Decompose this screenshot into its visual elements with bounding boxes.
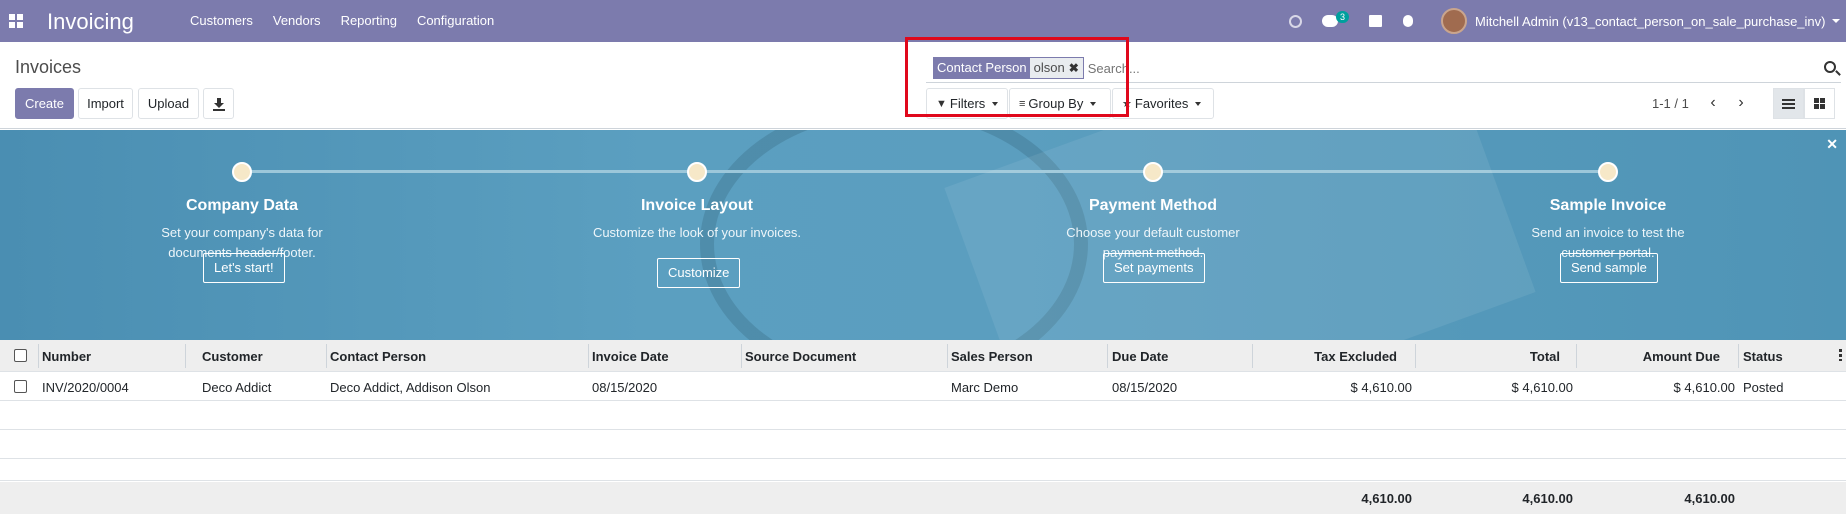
- onboarding-banner: ✕ Company Data Set your company's data f…: [0, 130, 1846, 340]
- apps-menu-icon[interactable]: [9, 14, 23, 28]
- list-icon: [1782, 98, 1795, 109]
- pager-next-icon[interactable]: ›: [1734, 95, 1748, 111]
- download-button[interactable]: [203, 88, 234, 119]
- optional-columns-icon[interactable]: [1839, 349, 1842, 361]
- table-row[interactable]: INV/2020/0004 Deco Addict Deco Addict, A…: [0, 373, 1846, 401]
- step-title: Sample Invoice: [1549, 197, 1667, 214]
- menu-customers[interactable]: Customers: [190, 13, 253, 28]
- total-total: 4,610.00: [1522, 491, 1573, 506]
- table-header: Number Customer Contact Person Invoice D…: [0, 340, 1846, 372]
- column-customer[interactable]: Customer: [202, 349, 263, 364]
- table-footer: 4,610.00 4,610.00 4,610.00: [0, 482, 1846, 514]
- column-due-date[interactable]: Due Date: [1112, 349, 1168, 364]
- step-dot: [1143, 162, 1163, 182]
- cell-customer: Deco Addict: [202, 380, 272, 395]
- empty-row: [0, 402, 1846, 430]
- upload-button[interactable]: Upload: [138, 88, 199, 119]
- menu-configuration[interactable]: Configuration: [417, 13, 494, 28]
- step-dot: [232, 162, 252, 182]
- column-contact-person[interactable]: Contact Person: [330, 349, 426, 364]
- import-button[interactable]: Import: [78, 88, 133, 119]
- cell-number: INV/2020/0004: [42, 380, 129, 395]
- column-status[interactable]: Status: [1743, 349, 1783, 364]
- chevron-down-icon: [1831, 19, 1840, 23]
- create-button[interactable]: Create: [15, 88, 74, 119]
- list-view-button[interactable]: [1773, 88, 1804, 119]
- empty-row: [0, 453, 1846, 481]
- search-input[interactable]: [1087, 58, 1808, 78]
- row-checkbox[interactable]: [14, 380, 27, 393]
- search-icon[interactable]: [1824, 61, 1836, 73]
- menu-reporting[interactable]: Reporting: [341, 13, 397, 28]
- cell-due-date: 08/15/2020: [1112, 380, 1178, 395]
- step-title: Company Data: [185, 197, 299, 214]
- cell-invoice-date: 08/15/2020: [592, 380, 658, 395]
- column-source-document[interactable]: Source Document: [745, 349, 856, 364]
- cell-contact-person: Deco Addict, Addison Olson: [330, 380, 491, 395]
- cell-amount-due: $ 4,610.00: [1673, 380, 1735, 395]
- column-sales-person[interactable]: Sales Person: [951, 349, 1033, 364]
- chat-count-badge: 3: [1336, 11, 1350, 23]
- step-dot: [687, 162, 707, 182]
- user-name: Mitchell Admin (v13_contact_person_on_sa…: [1475, 13, 1826, 29]
- gift-icon[interactable]: [1369, 0, 1382, 42]
- kanban-view-button[interactable]: [1804, 88, 1835, 119]
- send-sample-button[interactable]: Send sample: [1560, 253, 1658, 283]
- download-icon: [212, 97, 225, 111]
- chat-icon[interactable]: 3: [1322, 0, 1350, 42]
- avatar: [1441, 8, 1467, 34]
- step-title: Payment Method: [1088, 197, 1217, 214]
- close-icon[interactable]: ✕: [1826, 136, 1838, 153]
- kanban-icon: [1814, 98, 1825, 109]
- column-tax-excluded[interactable]: Tax Excluded: [1256, 349, 1397, 364]
- column-number[interactable]: Number: [42, 349, 91, 364]
- step-dot: [1598, 162, 1618, 182]
- favorites-label: Favorites: [1134, 96, 1189, 111]
- select-all-checkbox[interactable]: [14, 349, 27, 362]
- app-title: Invoicing: [47, 9, 134, 34]
- user-menu[interactable]: Mitchell Admin (v13_contact_person_on_sa…: [1441, 0, 1840, 42]
- column-invoice-date[interactable]: Invoice Date: [592, 349, 669, 364]
- highlight-box: [905, 37, 1129, 117]
- step-title: Invoice Layout: [640, 197, 754, 214]
- debug-bug-icon[interactable]: [1403, 0, 1413, 42]
- step-description: Customize the look of your invoices.: [592, 225, 802, 240]
- column-total[interactable]: Total: [1419, 349, 1560, 364]
- total-amount-due: 4,610.00: [1684, 491, 1735, 506]
- column-amount-due[interactable]: Amount Due: [1580, 349, 1720, 364]
- breadcrumb: Invoices: [15, 57, 82, 77]
- pager-value[interactable]: 1-1 / 1: [1652, 96, 1689, 111]
- pager-previous-icon[interactable]: ‹: [1706, 95, 1720, 111]
- cell-total: $ 4,610.00: [1511, 380, 1573, 395]
- menu-vendors[interactable]: Vendors: [273, 13, 321, 28]
- total-tax-excluded: 4,610.00: [1361, 491, 1412, 506]
- chevron-down-icon: [1195, 101, 1202, 106]
- set-payments-button[interactable]: Set payments: [1103, 253, 1205, 283]
- activity-clock-icon[interactable]: [1289, 0, 1305, 42]
- cell-status: Posted: [1743, 380, 1784, 395]
- lets-start-button[interactable]: Let's start!: [203, 253, 285, 283]
- cell-tax-excluded: $ 4,610.00: [1350, 380, 1412, 395]
- top-navbar: Invoicing Customers Vendors Reporting Co…: [0, 0, 1846, 42]
- cell-sales-person: Marc Demo: [951, 380, 1019, 395]
- customize-button[interactable]: Customize: [657, 258, 741, 288]
- onboarding-progress-line: [242, 170, 1609, 173]
- main-menu: Customers Vendors Reporting Configuratio…: [190, 13, 514, 28]
